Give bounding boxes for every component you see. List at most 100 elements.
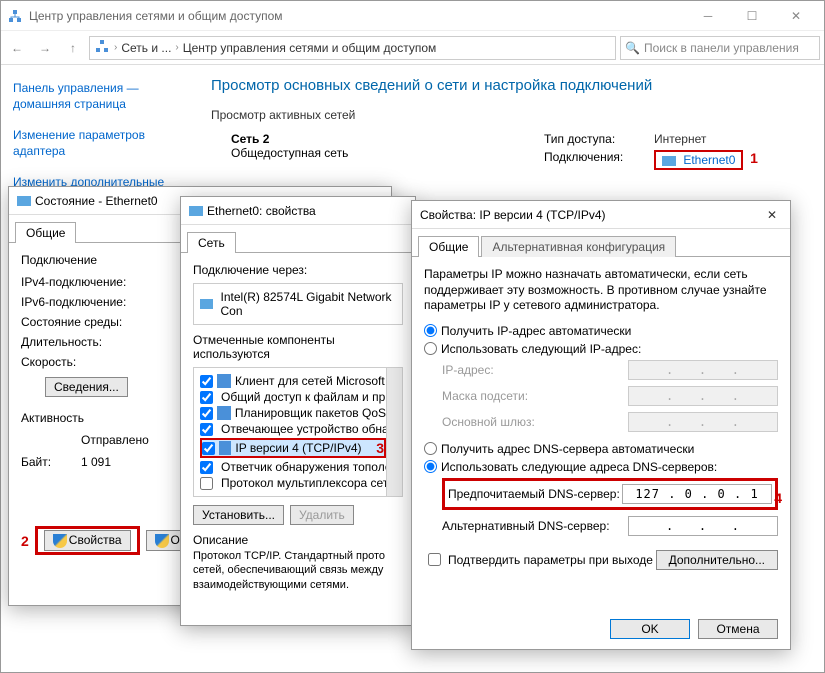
connections-label: Подключения: (544, 150, 654, 170)
breadcrumb-seg[interactable]: Сеть и ... (121, 41, 171, 55)
ip-address-label: IP-адрес: (442, 363, 628, 377)
maximize-button[interactable]: ☐ (730, 2, 774, 30)
component-label: Ответчик обнаружения тополог (221, 460, 396, 474)
adapter-display: Intel(R) 82574L Gigabit Network Con (193, 283, 403, 325)
preferred-dns-label: Предпочитаемый DNS-сервер: (448, 487, 622, 501)
access-type-label: Тип доступа: (544, 132, 654, 146)
tab-alternative[interactable]: Альтернативная конфигурация (481, 236, 676, 257)
ipv4-label: IPv4-подключение: (21, 275, 171, 289)
dialog-titlebar: Свойства: IP версии 4 (TCP/IPv4) ✕ (412, 201, 790, 229)
ip-manual-radio[interactable] (424, 342, 437, 355)
annotation-box-4: Предпочитаемый DNS-сервер: 127 . 0 . 0 .… (442, 478, 778, 510)
window-title: Центр управления сетями и общим доступом (29, 9, 686, 23)
cancel-button[interactable]: Отмена (698, 619, 778, 639)
dns-auto-label: Получить адрес DNS-сервера автоматически (441, 442, 694, 456)
validate-checkbox[interactable] (428, 553, 441, 566)
preferred-dns-input[interactable]: 127 . 0 . 0 . 1 (622, 484, 772, 504)
component-row[interactable]: Клиент для сетей Microsoft (200, 374, 386, 388)
sent-label: Отправлено (81, 433, 149, 447)
component-row[interactable]: Общий доступ к файлам и принт (200, 390, 386, 404)
scrollbar[interactable] (386, 368, 402, 496)
component-label: Планировщик пакетов QoS (235, 406, 386, 420)
description-label: Описание (193, 533, 403, 547)
access-type-value: Интернет (654, 132, 706, 146)
ok-button[interactable]: OK (610, 619, 690, 639)
protocol-icon (217, 406, 231, 420)
ip-auto-radio[interactable] (424, 324, 437, 337)
component-row[interactable]: Отвечающее устройство обнару (200, 422, 386, 436)
bytes-sent-value: 1 091 (81, 455, 111, 469)
annotation-2: 2 (21, 533, 29, 549)
tab-general[interactable]: Общие (418, 236, 479, 257)
details-button[interactable]: Сведения... (45, 377, 128, 397)
component-checkbox[interactable] (200, 477, 213, 490)
connection-link[interactable]: Ethernet0 (683, 153, 735, 167)
component-checkbox[interactable] (200, 461, 213, 474)
ip-auto-label: Получить IP-адрес автоматически (441, 324, 631, 338)
component-row[interactable]: Протокол мультиплексора сете (200, 476, 386, 490)
properties-button[interactable]: Свойства (44, 530, 131, 551)
close-button[interactable]: ✕ (762, 208, 782, 222)
chevron-icon: › (175, 42, 178, 53)
alternate-dns-input[interactable]: . . . (628, 516, 778, 536)
active-nets-label: Просмотр активных сетей (211, 108, 804, 122)
component-checkbox[interactable] (200, 391, 213, 404)
breadcrumb[interactable]: › Сеть и ... › Центр управления сетями и… (89, 36, 616, 60)
chevron-icon: › (114, 42, 117, 53)
network-icon (7, 8, 23, 24)
validate-label: Подтвердить параметры при выходе (448, 553, 656, 567)
component-checkbox[interactable] (200, 407, 213, 420)
adapter-name: Intel(R) 82574L Gigabit Network Con (221, 290, 396, 318)
component-checkbox[interactable] (200, 423, 213, 436)
annotation-4: 4 (774, 490, 782, 506)
tab-network[interactable]: Сеть (187, 232, 236, 253)
shield-icon (155, 534, 169, 548)
duration-label: Длительность: (21, 335, 171, 349)
speed-label: Скорость: (21, 355, 171, 369)
connect-using-label: Подключение через: (193, 263, 403, 277)
search-placeholder: Поиск в панели управления (644, 41, 799, 55)
protocol-icon (219, 441, 231, 455)
search-input[interactable]: 🔍 Поиск в панели управления (620, 36, 820, 60)
advanced-button[interactable]: Дополнительно... (656, 550, 778, 570)
page-heading: Просмотр основных сведений о сети и наст… (211, 77, 804, 94)
alternate-dns-label: Альтернативный DNS-сервер: (442, 519, 628, 533)
protocol-icon (217, 374, 231, 388)
minimize-button[interactable]: ─ (686, 2, 730, 30)
component-checkbox[interactable] (202, 442, 215, 455)
dns-manual-radio[interactable] (424, 460, 437, 473)
adapter-icon (189, 204, 207, 218)
description-text: Протокол TCP/IP. Стандартный прото сетей… (193, 549, 403, 592)
component-label: Протокол мультиплексора сете (221, 476, 395, 490)
component-row[interactable]: Ответчик обнаружения тополог (200, 460, 386, 474)
install-button[interactable]: Установить... (193, 505, 284, 525)
forward-button[interactable]: → (33, 36, 57, 60)
up-button[interactable]: ↑ (61, 36, 85, 60)
component-row[interactable]: Планировщик пакетов QoS (200, 406, 386, 420)
components-listbox[interactable]: Клиент для сетей Microsoft Общий доступ … (193, 367, 403, 497)
adapter-icon (662, 156, 676, 166)
network-type: Общедоступная сеть (231, 146, 504, 160)
dns-auto-radio[interactable] (424, 442, 437, 455)
titlebar: Центр управления сетями и общим доступом… (1, 1, 824, 31)
network-icon (94, 38, 110, 57)
dialog-title: Ethernet0: свойства (207, 204, 407, 218)
component-label: Отвечающее устройство обнару (221, 422, 401, 436)
adapter-properties-dialog: Ethernet0: свойства Сеть Подключение чер… (180, 196, 416, 626)
close-button[interactable]: ✕ (774, 2, 818, 30)
remove-button: Удалить (290, 505, 354, 525)
media-state-label: Состояние среды: (21, 315, 171, 329)
breadcrumb-seg[interactable]: Центр управления сетями и общим доступом (183, 41, 437, 55)
component-checkbox[interactable] (200, 375, 213, 388)
sidebar-home-link[interactable]: Панель управления — домашняя страница (13, 81, 179, 112)
component-label: IP версии 4 (TCP/IPv4) (235, 441, 361, 455)
component-row-ipv4[interactable]: IP версии 4 (TCP/IPv4) 3 (200, 438, 386, 458)
shield-icon (53, 534, 67, 548)
adapter-icon (17, 194, 35, 208)
back-button[interactable]: ← (5, 36, 29, 60)
sidebar-adapter-link[interactable]: Изменение параметров адаптера (13, 128, 179, 159)
annotation-1: 1 (750, 150, 758, 170)
subnet-mask-label: Маска подсети: (442, 389, 628, 403)
dialog-titlebar: Ethernet0: свойства (181, 197, 415, 225)
tab-general[interactable]: Общие (15, 222, 76, 243)
